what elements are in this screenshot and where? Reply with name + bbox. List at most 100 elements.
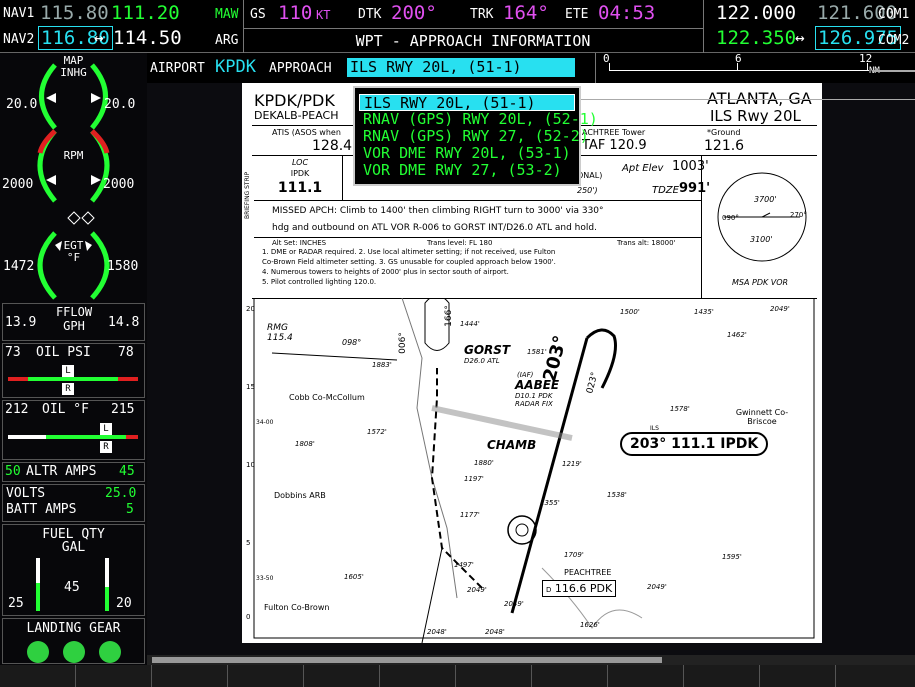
- nav2-label: NAV2: [3, 32, 35, 47]
- note-3: 4. Numerous towers to heights of 2000' p…: [262, 268, 509, 276]
- approach-option-1[interactable]: ILS RWY 20L, (51-1): [359, 94, 575, 112]
- elev-2048: 2048': [427, 628, 447, 636]
- softkey-9[interactable]: [608, 665, 684, 687]
- approach-selector-row: AIRPORT KPDK APPROACH ILS RWY 20L, (51-1…: [147, 52, 915, 83]
- softkey-4[interactable]: [228, 665, 304, 687]
- softkey-6[interactable]: [380, 665, 456, 687]
- egt-right-value: 1580: [107, 259, 139, 274]
- note-1: 1. DME or RADAR required. 2. Use local a…: [262, 248, 556, 256]
- nav1-standby[interactable]: 115.80: [40, 2, 109, 24]
- com-swap-icon[interactable]: ↔: [795, 28, 805, 47]
- plate-ident: KPDK/PDK: [254, 91, 335, 110]
- elev-2049c: 2049': [504, 600, 524, 608]
- volts-value: 25.0: [105, 486, 137, 501]
- oil-psi-right: 78: [118, 345, 134, 360]
- map-right-value: 20.0: [104, 97, 136, 112]
- map-left-value: 20.0: [6, 97, 38, 112]
- com2-active[interactable]: 122.350: [716, 27, 796, 49]
- nav2-standby[interactable]: 114.50: [113, 27, 182, 49]
- fflow-right-value: 14.8: [108, 315, 140, 330]
- nav1-ident: MAW: [215, 7, 239, 22]
- horizontal-scrollbar[interactable]: [147, 655, 915, 665]
- rmg-freq: 115.4: [267, 333, 293, 343]
- gorst-sub: D26.0 ATL: [464, 357, 500, 365]
- airport-field[interactable]: KPDK: [215, 57, 256, 77]
- elev-1578: 1578': [670, 405, 690, 413]
- elev-1462: 1462': [727, 331, 747, 339]
- dtk-value: 200°: [391, 2, 437, 24]
- msa-3700: 3700': [754, 195, 777, 204]
- scroll-thumb[interactable]: [152, 657, 662, 663]
- elev-1709: 1709': [564, 551, 584, 559]
- approach-field[interactable]: ILS RWY 20L, (51-1): [347, 58, 575, 77]
- oil-temp-left: 212: [5, 402, 29, 417]
- radar-fix: RADAR FIX: [515, 400, 553, 408]
- note-2: Co-Brown Field altimeter setting. 3. GS …: [262, 258, 556, 266]
- fuel-left-value: 25: [8, 596, 24, 611]
- approach-option-5[interactable]: VOR DME RWY 27, (53-2): [359, 162, 575, 179]
- scale-tick-0: 0: [603, 52, 610, 65]
- softkey-8[interactable]: [532, 665, 608, 687]
- oil-psi-l-marker: L: [62, 365, 74, 377]
- msa-090: 090°: [722, 214, 739, 222]
- oil-psi-label: OIL PSI: [36, 345, 91, 360]
- altr-amps-right: 45: [119, 464, 135, 479]
- softkey-5[interactable]: [304, 665, 380, 687]
- gear-left-indicator: [27, 641, 49, 663]
- approach-label: APPROACH: [269, 61, 332, 76]
- tick-15: 15: [246, 383, 255, 391]
- dobbins-airport: Dobbins ARB: [274, 491, 326, 500]
- elev-1444: 1444': [460, 320, 480, 328]
- nav1-label: NAV1: [3, 6, 35, 21]
- elev-1883: 1883': [372, 361, 392, 369]
- fuel-right-value: 20: [116, 596, 132, 611]
- softkey-3[interactable]: [152, 665, 228, 687]
- scale-tick-6: 6: [735, 52, 742, 65]
- elev-1626: 1626': [580, 621, 600, 629]
- softkey-7[interactable]: [456, 665, 532, 687]
- ils-small: ILS: [650, 425, 659, 432]
- page-title: WPT - APPROACH INFORMATION: [355, 32, 591, 50]
- gear-nose-indicator: [63, 641, 85, 663]
- nav-swap-icon[interactable]: ↔: [94, 28, 104, 47]
- elev-1500: 1500': [620, 308, 640, 316]
- approach-option-4[interactable]: VOR DME RWY 20L, (53-1): [359, 145, 575, 162]
- altr-amps-label: ALTR AMPS: [26, 464, 97, 479]
- tick-20: 20: [246, 305, 255, 313]
- elev-1497: 1497': [454, 561, 474, 569]
- nav1-active[interactable]: 111.20: [111, 2, 180, 24]
- com1-label: COM1: [878, 7, 910, 22]
- com1-active[interactable]: 122.000: [716, 2, 796, 24]
- msa-3100: 3100': [750, 235, 773, 244]
- elev-1355: 1355': [540, 499, 560, 507]
- softkey-1[interactable]: [0, 665, 76, 687]
- missed-approach-2: hdg and outbound on ATL VOR R-006 to GOR…: [272, 223, 597, 233]
- cobb-airport: Cobb Co-McCollum: [289, 393, 365, 402]
- pdk-id: PDK: [589, 582, 613, 595]
- heading-098: 098°: [342, 338, 362, 347]
- inhg-label: INHG: [60, 66, 87, 79]
- airport-label: AIRPORT: [150, 61, 205, 76]
- fflow-label: FFLOW: [55, 305, 93, 319]
- elev-1435: 1435': [694, 308, 714, 316]
- lat-34-00: 34-00: [256, 419, 274, 426]
- engine-indication-strip: MAP INHG 20.0 20.0 RPM 2000 2000 EGT °F …: [0, 53, 147, 665]
- altr-amps-left: 50: [5, 464, 21, 479]
- chamb-label: CHAMB: [487, 438, 537, 452]
- softkey-11[interactable]: [760, 665, 836, 687]
- tick-0: 0: [246, 613, 251, 621]
- approach-option-2[interactable]: RNAV (GPS) RWY 20L, (52-1): [359, 111, 598, 128]
- oil-temp-right: 215: [111, 402, 135, 417]
- softkey-12[interactable]: [836, 665, 915, 687]
- approach-dropdown[interactable]: ILS RWY 20L, (51-1) RNAV (GPS) RWY 20L, …: [353, 86, 598, 186]
- rpm-right-value: 2000: [103, 177, 135, 192]
- rpm-left-value: 2000: [2, 177, 34, 192]
- top-status-bar: NAV1 115.80 111.20 MAW NAV2 116.80 ↔ 114…: [0, 0, 915, 53]
- pdk-vor-box: D 116.6 PDK: [542, 580, 617, 597]
- peachtree-vor: PEACHTREE: [564, 568, 612, 577]
- approach-option-3[interactable]: RNAV (GPS) RWY 27, (52-2): [359, 128, 589, 145]
- note-4: 5. Pilot controlled lighting 120.0.: [262, 278, 377, 286]
- tdze-label: TDZE: [652, 185, 679, 196]
- softkey-10[interactable]: [684, 665, 760, 687]
- softkey-2[interactable]: [76, 665, 152, 687]
